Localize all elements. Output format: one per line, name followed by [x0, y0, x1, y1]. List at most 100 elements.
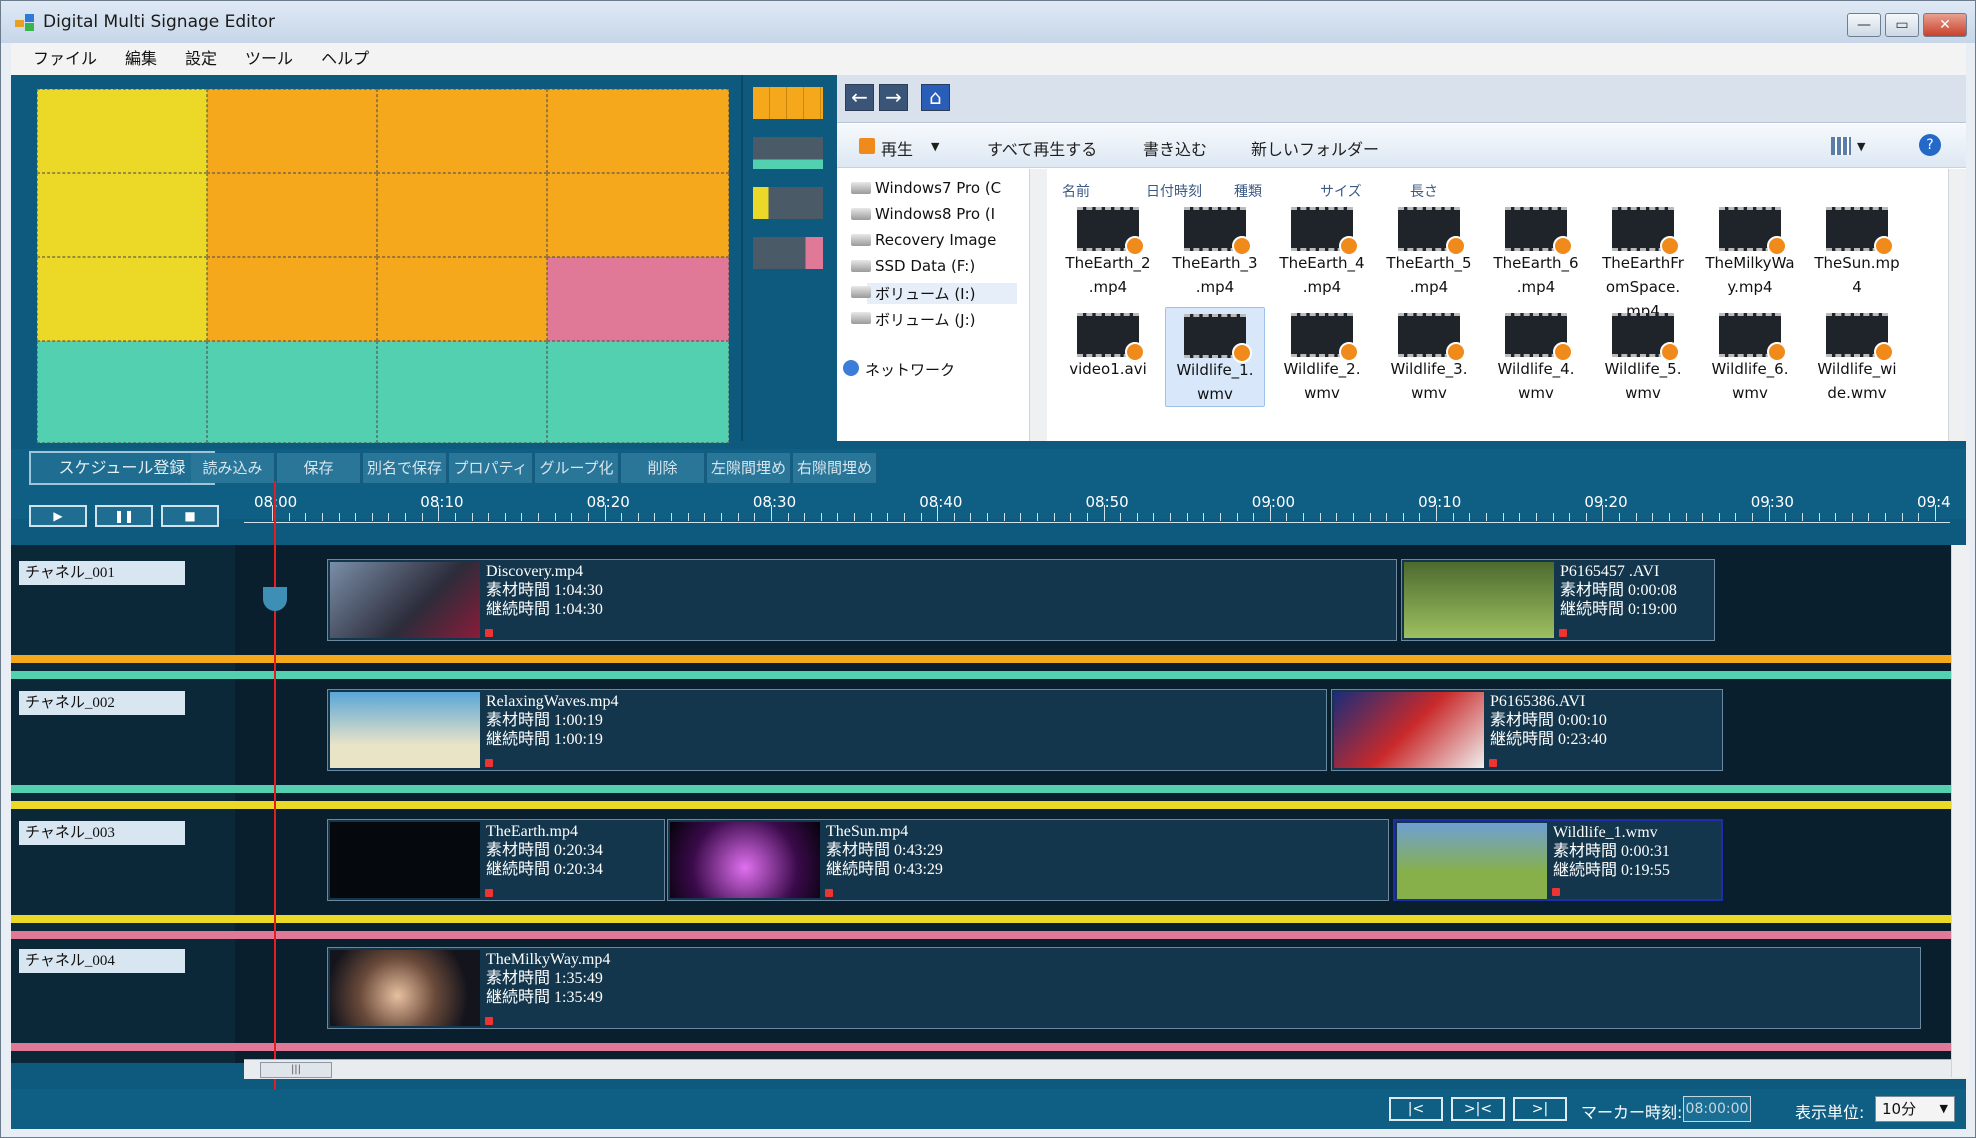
clip-file: TheSun.mp4 — [826, 823, 909, 840]
timeline-clip[interactable]: P6165457 .AVI 素材時間 0:00:08 継続時間 0:19:00 — [1401, 559, 1715, 641]
file-name: Wildlife_6. wmv — [1711, 360, 1789, 402]
go-start-button[interactable]: |< — [1389, 1097, 1443, 1121]
layout-thumb-3[interactable] — [753, 187, 823, 219]
clip-thumbnail — [670, 822, 820, 898]
play-command[interactable]: 再生 — [881, 136, 913, 160]
file-item[interactable]: Wildlife_wi de.wmv — [1807, 307, 1907, 405]
tree-item-volume-j[interactable]: ボリューム (J:) — [851, 309, 976, 330]
new-folder-command[interactable]: 新しいフォルダー — [1251, 136, 1379, 160]
maximize-button[interactable]: ▭ — [1885, 13, 1919, 37]
go-marker-button[interactable]: >|< — [1451, 1097, 1505, 1121]
play-button[interactable]: ▶ — [29, 505, 87, 527]
col-type[interactable]: 種類 — [1234, 181, 1262, 201]
pause-button[interactable]: ❚❚ — [95, 505, 153, 527]
file-item[interactable]: TheEarth_3 .mp4 — [1165, 201, 1265, 299]
file-item[interactable]: TheEarth_4 .mp4 — [1272, 201, 1372, 299]
ruler-baseline — [244, 522, 1950, 523]
tree-item-windows8[interactable]: Windows8 Pro (I — [851, 205, 995, 223]
files-scrollbar[interactable] — [1948, 169, 1966, 441]
chevron-down-icon[interactable]: ▼ — [931, 140, 939, 153]
toolbar-button[interactable]: 削除 — [621, 453, 705, 483]
col-name[interactable]: 名前 — [1062, 181, 1090, 201]
file-item[interactable]: TheEarth_6 .mp4 — [1486, 201, 1586, 299]
file-item[interactable]: TheEarthFr omSpace. mp4 — [1593, 201, 1693, 323]
time-ruler[interactable]: 08:0008:1008:2008:3008:4008:5009:0009:10… — [244, 485, 1951, 543]
minimize-button[interactable]: — — [1847, 13, 1881, 37]
timeline-clip[interactable]: Discovery.mp4 素材時間 1:04:30 継続時間 1:04:30 — [327, 559, 1397, 641]
file-item[interactable]: video1.avi — [1058, 307, 1158, 381]
file-item[interactable]: TheSun.mp 4 — [1807, 201, 1907, 299]
tree-item-ssd[interactable]: SSD Data (F:) — [851, 257, 975, 275]
timeline-clip[interactable]: Wildlife_1.wmv 素材時間 0:00:31 継続時間 0:19:55 — [1393, 819, 1723, 901]
col-length[interactable]: 長さ — [1410, 181, 1438, 201]
menu-help[interactable]: ヘルプ — [321, 43, 369, 75]
tree-item-recovery[interactable]: Recovery Image — [851, 231, 996, 249]
ruler-tick — [321, 513, 323, 521]
layout-thumb-1[interactable] — [753, 87, 823, 119]
ruler-tick — [887, 513, 889, 521]
tree-item-windows7[interactable]: Windows7 Pro (C — [851, 179, 1001, 197]
burn-command[interactable]: 書き込む — [1143, 136, 1207, 160]
display-unit-select[interactable]: 10分 ▼ — [1875, 1096, 1955, 1122]
layout-thumb-2[interactable] — [753, 137, 823, 169]
toolbar-button[interactable]: 右隙間埋め — [793, 453, 877, 483]
play-all-command[interactable]: すべて再生する — [987, 136, 1097, 160]
menu-tools[interactable]: ツール — [245, 43, 293, 75]
forward-arrow-icon[interactable]: → — [879, 84, 908, 111]
file-name: TheMilkyWa y.mp4 — [1705, 254, 1795, 296]
timeline-clip[interactable]: P6165386.AVI 素材時間 0:00:10 継続時間 0:23:40 — [1331, 689, 1723, 771]
network-icon — [843, 360, 859, 376]
explorer-command-bar: 再生 ▼ すべて再生する 書き込む 新しいフォルダー ▼ ? — [837, 124, 1966, 168]
timeline-clip[interactable]: TheEarth.mp4 素材時間 0:20:34 継続時間 0:20:34 — [327, 819, 665, 901]
back-arrow-icon[interactable]: ← — [845, 84, 874, 111]
scroll-thumb[interactable]: ||| — [260, 1062, 332, 1078]
menu-file[interactable]: ファイル — [33, 43, 97, 75]
layout-preview[interactable] — [37, 89, 729, 443]
tree-item-volume-i[interactable]: ボリューム (I:) — [851, 283, 1017, 304]
col-size[interactable]: サイズ — [1320, 181, 1362, 201]
channel-name[interactable]: チャネル_003 — [19, 821, 185, 845]
toolbar-button[interactable]: グループ化 — [535, 453, 619, 483]
file-item[interactable]: Wildlife_6. wmv — [1700, 307, 1800, 405]
stop-button[interactable]: ■ — [161, 505, 219, 527]
schedule-register-button[interactable]: スケジュール登録 — [29, 451, 215, 485]
menu-settings[interactable]: 設定 — [185, 43, 217, 75]
file-item[interactable]: Wildlife_4. wmv — [1486, 307, 1586, 405]
file-item[interactable]: Wildlife_5. wmv — [1593, 307, 1693, 405]
channel-name[interactable]: チャネル_002 — [19, 691, 185, 715]
timeline-clip[interactable]: RelaxingWaves.mp4 素材時間 1:00:19 継続時間 1:00:1… — [327, 689, 1327, 771]
help-icon[interactable]: ? — [1919, 134, 1941, 156]
file-item[interactable]: TheEarth_2 .mp4 — [1058, 201, 1158, 299]
video-file-icon — [1077, 207, 1145, 256]
channel-name[interactable]: チャネル_001 — [19, 561, 185, 585]
clip-info: TheMilkyWay.mp4 素材時間 1:35:49 継続時間 1:35:49 — [486, 950, 610, 1007]
file-item[interactable]: Wildlife_2. wmv — [1272, 307, 1372, 405]
file-item[interactable]: Wildlife_1. wmv — [1165, 307, 1265, 407]
toolbar-button[interactable]: 別名で保存 — [363, 453, 447, 483]
file-item[interactable]: TheMilkyWa y.mp4 — [1700, 201, 1800, 299]
go-end-button[interactable]: >| — [1513, 1097, 1567, 1121]
home-icon[interactable]: ⌂ — [921, 84, 950, 111]
timeline-hscrollbar[interactable]: ||| — [244, 1059, 1966, 1079]
tree-scrollbar[interactable] — [1029, 169, 1047, 441]
ruler-tick — [587, 513, 589, 521]
close-button[interactable]: ✕ — [1923, 13, 1967, 37]
view-icon[interactable] — [1831, 137, 1851, 155]
toolbar-button[interactable]: プロパティ — [449, 453, 533, 483]
file-item[interactable]: Wildlife_3. wmv — [1379, 307, 1479, 405]
timeline-vscrollbar[interactable] — [1951, 545, 1969, 1077]
marker-time-input[interactable]: 08:00:00 — [1683, 1096, 1751, 1122]
menu-edit[interactable]: 編集 — [125, 43, 157, 75]
file-item[interactable]: TheEarth_5 .mp4 — [1379, 201, 1479, 299]
view-chevron-icon[interactable]: ▼ — [1857, 140, 1865, 153]
toolbar-button[interactable]: 読み込み — [191, 453, 275, 483]
timeline-clip[interactable]: TheMilkyWay.mp4 素材時間 1:35:49 継続時間 1:35:49 — [327, 947, 1921, 1029]
toolbar-button[interactable]: 左隙間埋め — [707, 453, 791, 483]
playhead-handle[interactable] — [263, 587, 287, 611]
col-date[interactable]: 日付時刻 — [1146, 181, 1202, 201]
tree-item-network[interactable]: ネットワーク — [843, 359, 955, 380]
channel-name[interactable]: チャネル_004 — [19, 949, 185, 973]
layout-thumb-4[interactable] — [753, 237, 823, 269]
toolbar-button[interactable]: 保存 — [277, 453, 361, 483]
timeline-clip[interactable]: TheSun.mp4 素材時間 0:43:29 継続時間 0:43:29 — [667, 819, 1389, 901]
